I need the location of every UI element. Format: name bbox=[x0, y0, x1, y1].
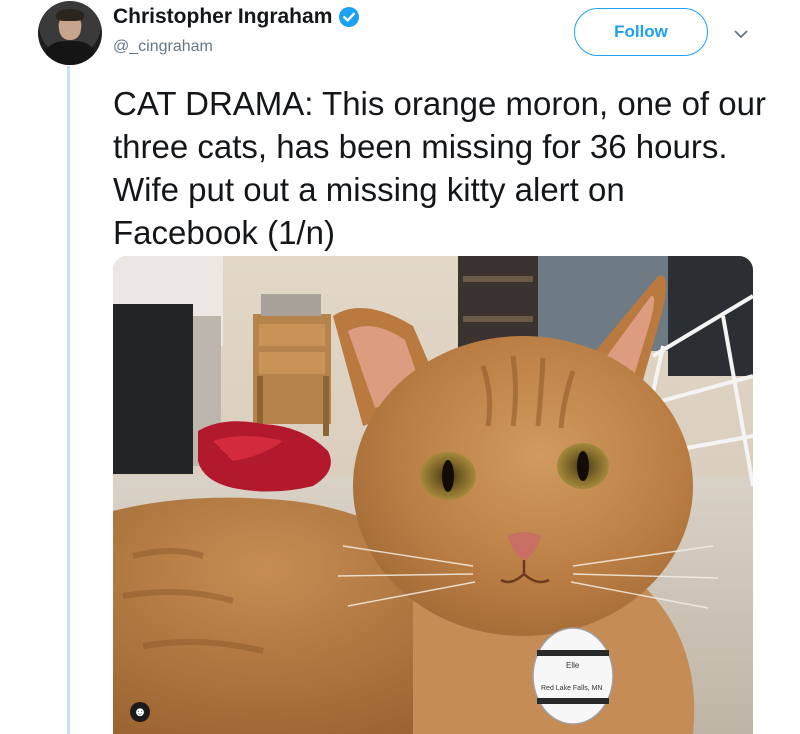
cat-photo: Elle Red Lake Falls, MN bbox=[113, 256, 753, 734]
author-display-name[interactable]: Christopher Ingraham bbox=[113, 5, 332, 29]
tag-name: Elle bbox=[566, 661, 580, 670]
tweet-text: CAT DRAMA: This orange moron, one of our… bbox=[113, 85, 766, 251]
media-badge-icon[interactable]: ☻ bbox=[130, 702, 150, 722]
avatar-shirt bbox=[46, 41, 94, 65]
tweet-media-photo[interactable]: Elle Red Lake Falls, MN bbox=[113, 256, 753, 734]
follow-button[interactable]: Follow bbox=[574, 8, 708, 56]
author-name-row: Christopher Ingraham bbox=[113, 5, 360, 29]
chevron-down-icon[interactable] bbox=[731, 24, 751, 44]
avatar-hair bbox=[56, 9, 84, 21]
thread-line bbox=[67, 66, 70, 734]
avatar[interactable] bbox=[38, 1, 102, 65]
tag-location: Red Lake Falls, MN bbox=[541, 685, 602, 692]
verified-badge-icon bbox=[338, 6, 360, 28]
author-handle[interactable]: @_cingraham bbox=[113, 38, 213, 56]
